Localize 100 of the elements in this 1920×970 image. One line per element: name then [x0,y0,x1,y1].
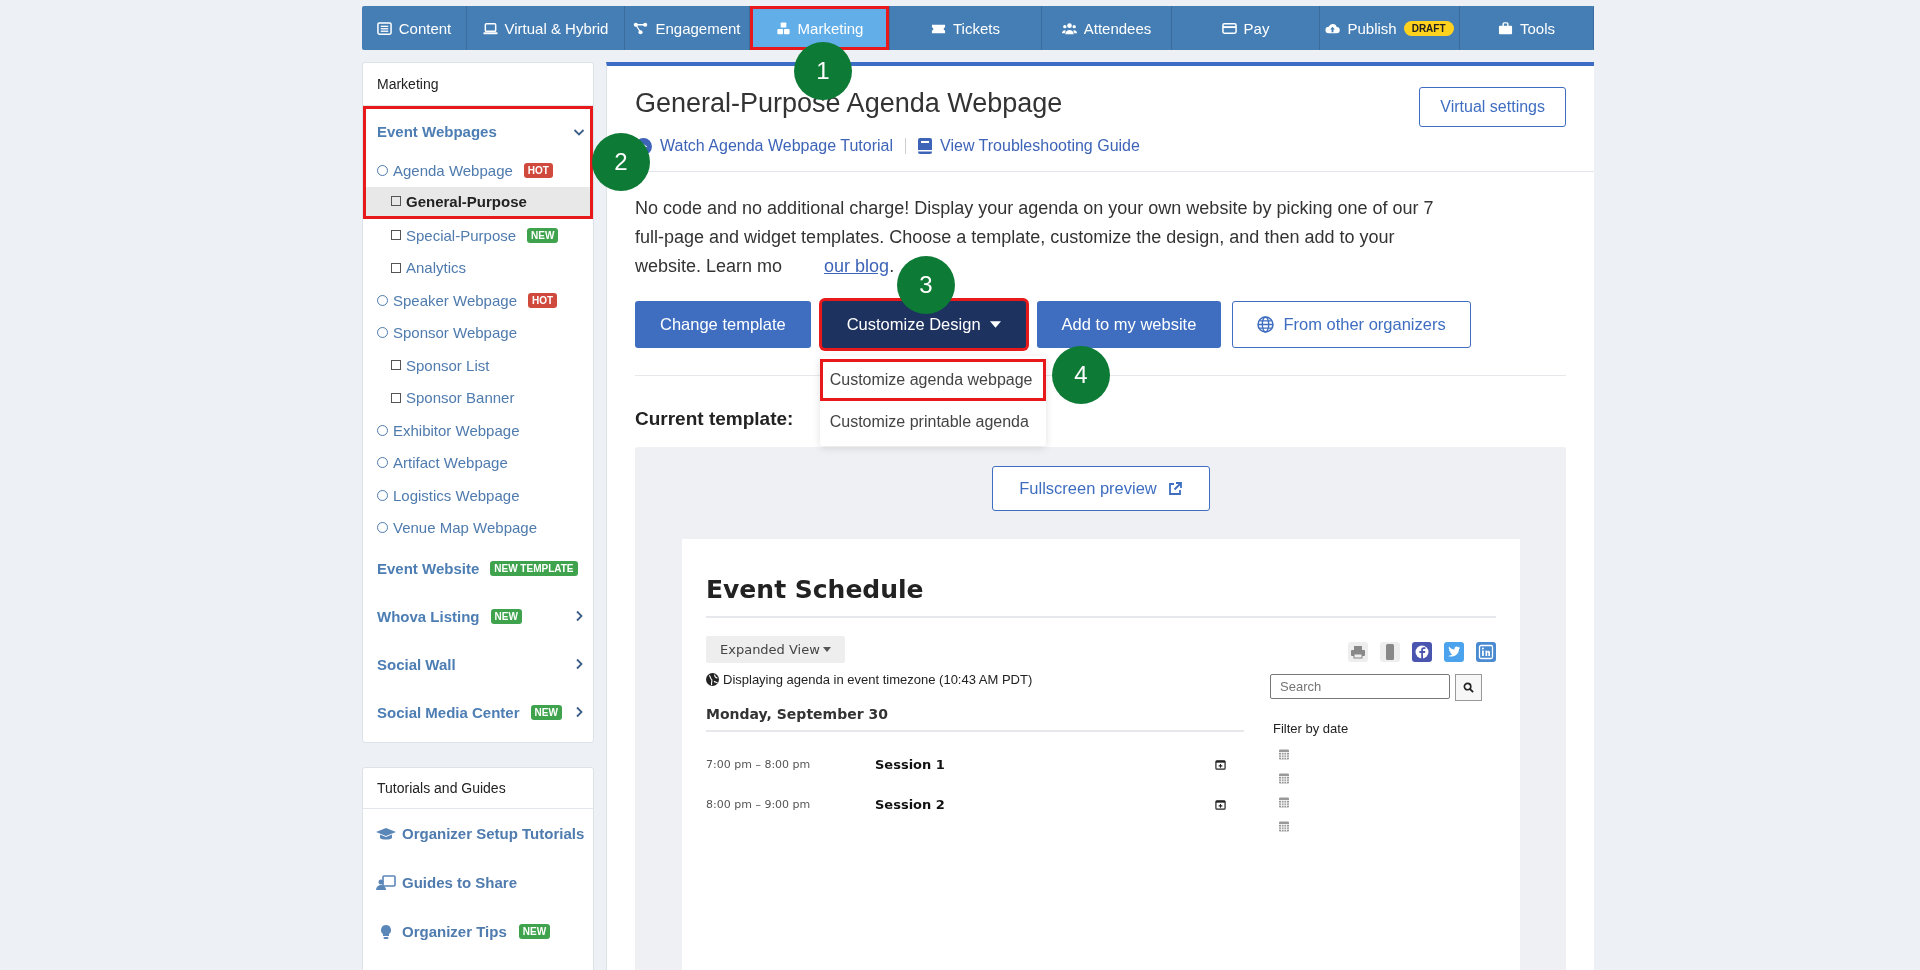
item-label: Sponsor Webpage [393,324,517,342]
item-label: Event Webpages [377,123,497,140]
nav-tab[interactable]: Content [362,6,467,50]
nav-tab[interactable]: Pay [1172,6,1320,50]
tutorial-link[interactable]: Organizer Tips NEW [363,907,593,956]
sidebar-item[interactable]: Logistics Webpage [363,479,593,512]
badge: HOT [528,292,558,308]
session-name: Session 1 [875,756,945,772]
phone-icon[interactable] [1380,642,1400,662]
item-label: Whova Listing [377,607,480,625]
sidebar-item[interactable]: Exhibitor Webpage [363,414,593,447]
sidebar-item[interactable]: General-Purpose [363,186,593,219]
globe-icon [706,673,719,686]
sidebar-section[interactable]: Event Website NEW TEMPLATE [363,544,593,592]
fullscreen-preview-button[interactable]: Fullscreen preview [992,466,1210,511]
tutorial-link[interactable]: Guides to Share [363,858,593,907]
menu-item[interactable]: Customize printable agenda [819,401,1046,443]
square-bullet-icon [391,230,401,241]
calendar-icon[interactable] [1278,772,1290,784]
item-label: Agenda Webpage [393,161,513,179]
calendar-add-icon[interactable] [1215,798,1226,810]
action-button[interactable]: Add to my website [1036,301,1222,348]
book-icon [918,138,933,154]
nodes-icon [633,20,649,36]
dropdown-button[interactable]: Customize Design [821,301,1026,348]
calendar-icon[interactable] [1278,796,1290,808]
item-label: Artifact Webpage [393,454,508,472]
action-button[interactable]: From other organizers [1232,301,1471,348]
users-icon [1061,20,1077,36]
item-label: Sponsor List [406,356,490,374]
sidebar-item[interactable]: Analytics [363,251,593,284]
square-bullet-icon [391,360,401,371]
nav-tab[interactable]: Marketing [750,6,890,50]
badge: NEW [518,924,551,939]
current-template-label: Current template: [635,408,794,430]
session-name: Session 2 [875,796,945,812]
item-label: Logistics Webpage [393,486,520,504]
tutorial-link[interactable]: Organizer Setup Tutorials [363,809,593,858]
sidebar-item[interactable]: Sponsor Banner [363,381,593,414]
laptop-icon [482,20,498,36]
session-time: 8:00 pm – 9:00 pm [706,797,812,811]
search-field[interactable]: Search [1270,674,1450,699]
globe-icon [1257,316,1275,333]
item-label: Social Wall [377,655,456,673]
toolbox-icon [1498,20,1513,36]
calendar-icon[interactable] [1278,820,1290,832]
sidebar-item[interactable]: Venue Map Webpage [363,511,593,544]
sidebar-item[interactable]: Special-Purpose NEW [363,219,593,252]
square-bullet-icon [391,392,401,403]
blog-link[interactable]: our blog [824,256,890,276]
item-label: Sponsor Banner [406,389,515,407]
facebook-icon[interactable] [1412,642,1432,662]
badge: HOT [523,162,553,178]
sidebar-item[interactable]: Sponsor List [363,349,593,382]
twitter-icon[interactable] [1444,642,1464,662]
square-bullet-icon [391,196,401,207]
draft-badge: DRAFT [1403,20,1454,36]
square-bullet-icon [391,262,401,273]
sidebar-section[interactable]: Whova Listing NEW [363,592,593,640]
nav-tab[interactable]: Virtual & Hybrid [467,6,625,50]
item-label: Exhibitor Webpage [393,421,520,439]
calendar-add-icon[interactable] [1215,758,1226,770]
search-button[interactable] [1455,674,1482,701]
caret-icon [989,321,1001,328]
graduation-cap-icon [376,825,396,842]
nav-tab[interactable]: Publish DRAFT [1320,6,1460,50]
item-label: Speaker Webpage [393,291,517,309]
nav-tab[interactable]: Tools [1460,6,1594,50]
calendar-icon[interactable] [1278,748,1290,760]
nav-tab[interactable]: Tickets [890,6,1042,50]
badge: NEW [530,704,562,720]
sidebar-item[interactable]: Speaker Webpage HOT [363,284,593,317]
search-icon [1463,682,1474,693]
tutorial-link[interactable]: View Troubleshooting Guide [918,137,1140,155]
external-link-icon [1166,480,1183,497]
linkedin-icon[interactable] [1476,642,1496,662]
badge: NEW TEMPLATE [490,560,578,576]
item-label: Event Website [377,559,480,577]
view-dropdown[interactable]: Expanded View [706,636,845,663]
timezone-text: Displaying agenda in event timezone (10:43 AM PDT) [723,672,1033,687]
nav-tab[interactable]: Attendees [1042,6,1172,50]
presenter-icon [376,874,396,891]
tutorial-label: Organizer Setup Tutorials [402,825,585,842]
tutorial-label: Guides to Share [402,874,518,891]
badge: NEW [490,608,522,624]
sidebar-section[interactable]: Social Wall [363,640,593,688]
sidebar-section[interactable]: Event Webpages [363,106,593,154]
virtual-settings-button[interactable]: Virtual settings [1419,87,1566,127]
caret-icon [822,647,831,652]
item-label: Social Media Center [377,703,520,721]
sidebar-item[interactable]: Sponsor Webpage [363,316,593,349]
credit-card-icon [1221,20,1237,36]
list-icon [376,20,392,36]
print-icon[interactable] [1348,642,1368,662]
tutorials-title: Tutorials and Guides [363,768,593,809]
menu-item[interactable]: Customize agenda webpage [819,359,1046,401]
action-button[interactable]: Change template [635,301,811,348]
sidebar-section[interactable]: Social Media Center NEW [363,688,593,736]
sidebar-item[interactable]: Artifact Webpage [363,446,593,479]
cubes-icon [775,20,791,36]
